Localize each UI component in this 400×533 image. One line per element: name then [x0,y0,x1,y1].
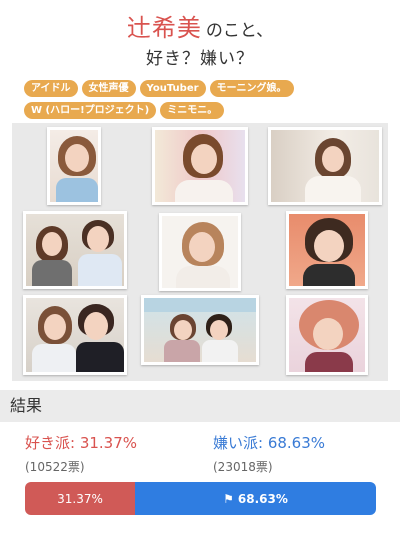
photo-gallery [12,123,388,381]
like-bar-label: 31.37% [57,491,103,506]
tag-youtuber[interactable]: YouTuber [139,80,206,97]
celebrity-name: 辻希美 [126,14,202,42]
tag-idol[interactable]: アイドル [24,80,78,97]
result-bar: 31.37% ⚑ 68.63% [25,482,376,515]
dislike-bar-label: 68.63% [237,491,288,506]
photo-thumbnail[interactable] [159,213,241,291]
tag-list: アイドル 女性声優 YouTuber モーニング娘。 W (ハロー!プロジェクト… [24,80,384,124]
dislike-vote-count: (23018票) [213,460,273,474]
photo-thumbnail[interactable] [286,211,368,289]
title-suffix: のこと、 [205,21,274,41]
tag-voice-actress[interactable]: 女性声優 [81,80,136,97]
like-vote-count: (10522票) [25,460,85,474]
like-percent-label: 好き派: 31.37% [25,434,138,452]
photo-thumbnail[interactable] [152,127,248,205]
tag-minimoni[interactable]: ミニモニ。 [160,102,225,119]
dislike-percent-label: 嫌い派: 68.63% [213,434,326,452]
like-stats: 好き派: 31.37% (10522票) [25,432,137,475]
title-line: 辻希美 のこと、 [0,8,400,43]
tag-row: W (ハロー!プロジェクト) ミニモニ。 [24,102,384,119]
photo-thumbnail[interactable] [141,295,259,365]
checkered-flag-icon: ⚑ [223,491,234,506]
photo-thumbnail[interactable] [47,127,101,205]
photo-thumbnail[interactable] [286,295,368,375]
tag-row: アイドル 女性声優 YouTuber モーニング娘。 [24,80,384,97]
tag-morning-musume[interactable]: モーニング娘。 [209,80,294,97]
dislike-bar-segment: ⚑ 68.63% [135,482,376,515]
photo-thumbnail[interactable] [268,127,382,205]
like-bar-segment: 31.37% [25,482,136,515]
photo-thumbnail[interactable] [23,295,127,375]
tag-w-hello-project[interactable]: W (ハロー!プロジェクト) [24,102,157,119]
dislike-stats: 嫌い派: 68.63% (23018票) [213,432,325,475]
page-title: 辻希美 のこと、 好き？嫌い？ [0,0,400,74]
title-question: 好き？嫌い？ [146,49,254,69]
results-header: 結果 [0,390,400,422]
photo-thumbnail[interactable] [23,211,127,289]
